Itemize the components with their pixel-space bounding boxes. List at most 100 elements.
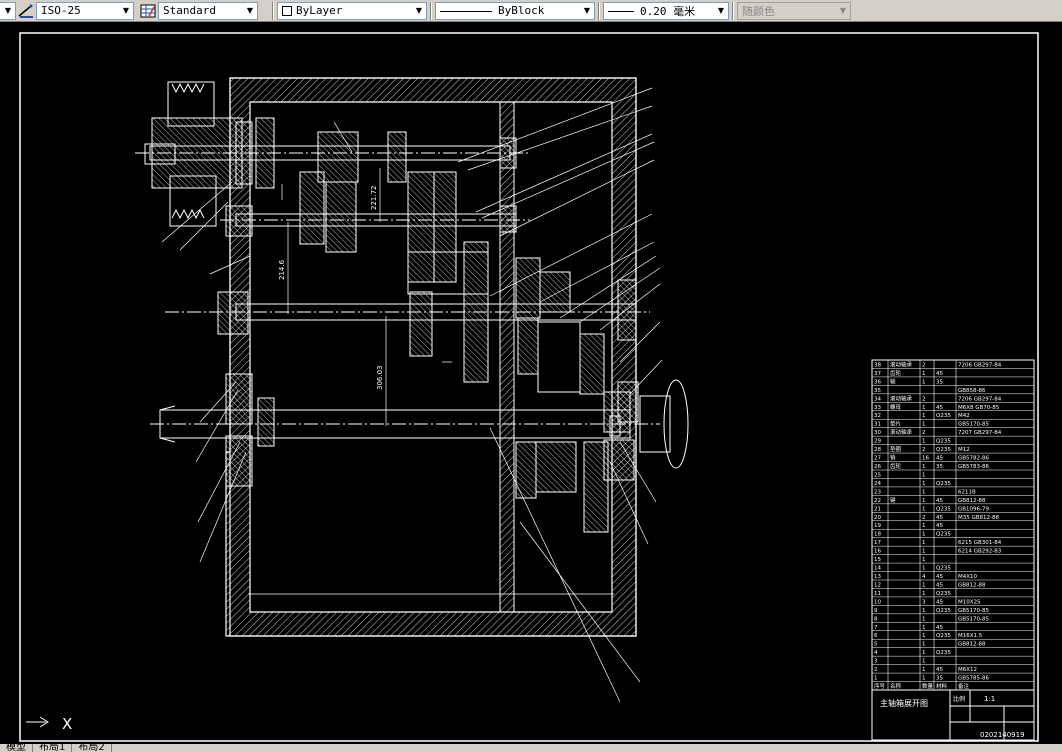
bom-cell-name: 齿轮: [890, 462, 902, 470]
bom-cell-qty: 1: [922, 642, 926, 648]
bom-cell-no: 24: [874, 481, 881, 487]
textstyle-dropdown-arrow[interactable]: ▼: [0, 1, 16, 20]
tab-layout2[interactable]: 布局2: [72, 744, 112, 752]
bom-cell-spec: M35 GB812-88: [958, 515, 1000, 521]
bom-cell-qty: 1: [922, 371, 926, 377]
chevron-down-icon: ▼: [717, 6, 725, 15]
bom-cell-spec: 6211B: [958, 489, 976, 495]
chevron-down-icon: ▼: [246, 6, 254, 15]
bom-cell-qty: 1: [922, 481, 926, 487]
bom-cell-mat: Q235: [936, 608, 951, 614]
bom-cell-qty: 1: [922, 633, 926, 639]
bom-cell-qty: 2: [922, 362, 926, 368]
bom-cell-qty: 2: [922, 396, 926, 402]
lineweight-select[interactable]: 0.20 毫米 ▼: [603, 1, 729, 20]
title-block: 主轴箱展开图 比例 1:1 0202140919: [871, 689, 1035, 741]
bom-cell-no: 31: [874, 422, 881, 428]
bom-cell-no: 17: [874, 540, 881, 546]
bom-cell-qty: 1: [922, 616, 926, 622]
scale-value: 1:1: [984, 695, 995, 703]
bom-cell-spec: M12: [958, 447, 970, 453]
bom-cell-no: 12: [874, 582, 881, 588]
bom-cell-mat: 45: [936, 574, 943, 580]
bom-cell-mat: 45: [936, 625, 943, 631]
lineweight-value: 0.20 毫米: [640, 4, 696, 18]
bom-cell-no: 13: [874, 574, 881, 580]
bom-cell-spec: 6215 GB301-84: [958, 540, 1002, 546]
bom-cell-name: 滚动轴承: [890, 360, 913, 368]
tab-layout1[interactable]: 布局1: [33, 744, 73, 752]
ucs-x-label: X: [62, 715, 72, 733]
bom-cell-spec: 备注: [958, 682, 970, 690]
dimension-label: 306.03: [376, 366, 384, 391]
bom-cell-spec: GB812-88: [958, 642, 986, 648]
bom-cell-mat: 35: [936, 379, 943, 385]
bom-cell-spec: 7206 GB297-84: [958, 396, 1002, 402]
bom-cell-mat: 45: [936, 515, 943, 521]
gears: [255, 117, 637, 533]
bom-cell-name: 齿轮: [890, 369, 902, 377]
bom-cell-qty: 1: [922, 667, 926, 673]
bom-cell-qty: 1: [922, 582, 926, 588]
color-swatch-icon: [282, 6, 292, 16]
bom-cell-qty: 1: [922, 540, 926, 546]
bom-cell-no: 2: [874, 667, 878, 673]
toolbar-separator: [272, 1, 274, 20]
bom-cell-qty: 1: [922, 472, 926, 478]
drawing-canvas[interactable]: 221.72 214.6 306.03 38 滚动轴承 2 7206 GB297-84…: [0, 22, 1062, 744]
bom-cell-mat: Q235: [936, 532, 951, 538]
bom-cell-qty: 1: [922, 549, 926, 555]
bom-cell-spec: M42: [958, 413, 970, 419]
dimstyle-icon[interactable]: [16, 2, 36, 20]
bom-cell-mat: 35: [936, 676, 943, 682]
properties-toolbar: ▼ ISO-25 ▼ Standard ▼ ByLayer ▼ ByBlock …: [0, 0, 1062, 22]
bom-cell-name: 滚动轴承: [890, 394, 913, 402]
bom-cell-qty: 1: [922, 405, 926, 411]
cad-drawing: 221.72 214.6 306.03 38 滚动轴承 2 7206 GB297-84…: [19, 32, 1039, 742]
bom-cell-qty: 1: [922, 532, 926, 538]
tablestyle-select[interactable]: Standard ▼: [158, 1, 258, 20]
bom-cell-no: 38: [874, 362, 881, 368]
bom-cell-no: 29: [874, 439, 881, 445]
bom-cell-no: 4: [874, 650, 878, 656]
bom-cell-no: 30: [874, 430, 881, 436]
color-select[interactable]: ByLayer ▼: [277, 1, 427, 20]
bom-cell-spec: GB5782-86: [958, 456, 990, 462]
bom-cell-mat: 材料: [936, 682, 948, 690]
bom-cell-mat: 45: [936, 523, 943, 529]
drawing-number: 0202140919: [980, 731, 1025, 739]
bom-cell-spec: GB5170-85: [958, 608, 990, 614]
bom-cell-spec: M16X1.5: [958, 633, 983, 639]
dimstyle-select[interactable]: ISO-25 ▼: [36, 1, 134, 20]
bom-cell-qty: 数量: [922, 682, 934, 690]
linetype-select[interactable]: ByBlock ▼: [435, 1, 595, 20]
bom-cell-mat: Q235: [936, 439, 951, 445]
ucs-icon: [26, 716, 49, 728]
bom-cell-qty: 1: [922, 557, 926, 563]
bom-cell-qty: 1: [922, 489, 926, 495]
chevron-down-icon: ▼: [583, 6, 591, 15]
tab-model[interactable]: 模型: [0, 744, 33, 752]
bom-cell-no: 28: [874, 447, 881, 453]
bom-cell-no: 10: [874, 599, 881, 605]
bom-cell-no: 18: [874, 532, 881, 538]
bom-cell-mat: 45: [936, 405, 943, 411]
scale-label: 比例: [953, 695, 965, 703]
bom-cell-mat: Q235: [936, 447, 951, 453]
bom-cell-name: 螺母: [890, 403, 902, 411]
bom-cell-no: 5: [874, 642, 878, 648]
layer-color-value: ByLayer: [296, 4, 343, 17]
bom-cell-no: 15: [874, 557, 881, 563]
bom-cell-mat: Q235: [936, 481, 951, 487]
chevron-down-icon: ▼: [839, 6, 847, 15]
plotstyle-select: 随颜色 ▼: [737, 1, 851, 20]
tablestyle-icon[interactable]: [138, 2, 158, 20]
bom-cell-spec: M6X8 GB70-85: [958, 405, 1000, 411]
bom-cell-name: 轴: [890, 377, 896, 385]
bom-cell-mat: Q235: [936, 413, 951, 419]
bom-cell-mat: 45: [936, 667, 943, 673]
bom-cell-no: 26: [874, 464, 881, 470]
bom-cell-qty: 1: [922, 464, 926, 470]
bom-cell-mat: 45: [936, 371, 943, 377]
drawing-title: 主轴箱展开图: [880, 698, 928, 708]
